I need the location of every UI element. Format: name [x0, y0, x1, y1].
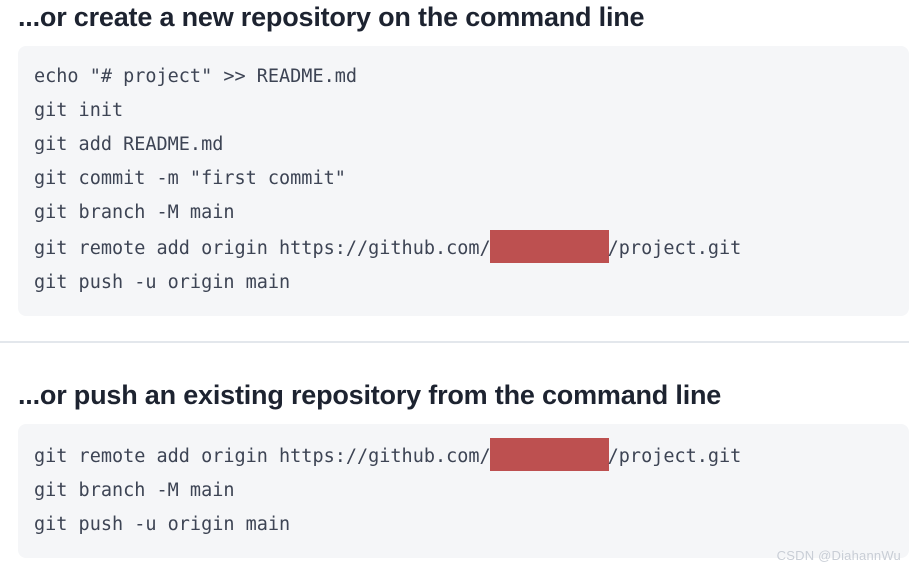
section-divider: [0, 341, 909, 343]
code-text: git add README.md: [34, 134, 224, 155]
code-text: git push -u origin main: [34, 514, 291, 535]
code-line: git commit -m "first commit": [18, 162, 909, 196]
code-block-push-existing-repository[interactable]: git remote add origin https://github.com…: [18, 424, 909, 558]
watermark-csdn: CSDN @DiahannWu: [776, 548, 901, 563]
section-push-existing-repository: ...or push an existing repository from t…: [0, 378, 909, 558]
code-text: /project.git: [607, 238, 742, 259]
code-line: git init: [18, 94, 909, 128]
github-quick-setup-panel: ...or create a new repository on the com…: [0, 0, 909, 569]
page-title-push-existing-repository: ...or push an existing repository from t…: [18, 380, 722, 410]
code-text: echo "# project" >> README.md: [34, 66, 358, 87]
code-line: git branch -M main: [18, 474, 909, 508]
code-line: echo "# project" >> README.md: [18, 60, 909, 94]
code-text: /project.git: [607, 446, 742, 467]
code-text: git branch -M main: [34, 202, 235, 223]
code-line: git push -u origin main: [18, 266, 909, 300]
code-line: git remote add origin https://github.com…: [18, 230, 909, 266]
code-text: git remote add origin https://github.com…: [34, 238, 491, 259]
code-text: git push -u origin main: [34, 272, 291, 293]
code-text: git branch -M main: [34, 480, 235, 501]
code-line: git branch -M main: [18, 196, 909, 230]
section-create-new-repository: ...or create a new repository on the com…: [0, 0, 909, 316]
code-block-create-new-repository[interactable]: echo "# project" >> README.md git init g…: [18, 46, 909, 316]
code-line: git remote add origin https://github.com…: [18, 438, 909, 474]
redaction-box-username: [489, 230, 609, 263]
code-line: git add README.md: [18, 128, 909, 162]
redaction-box-username: [489, 438, 609, 471]
code-text: git remote add origin https://github.com…: [34, 446, 491, 467]
code-text: git init: [34, 100, 124, 121]
page-title-create-new-repository: ...or create a new repository on the com…: [18, 2, 645, 32]
code-line: git push -u origin main: [18, 508, 909, 542]
code-text: git commit -m "first commit": [34, 168, 346, 189]
